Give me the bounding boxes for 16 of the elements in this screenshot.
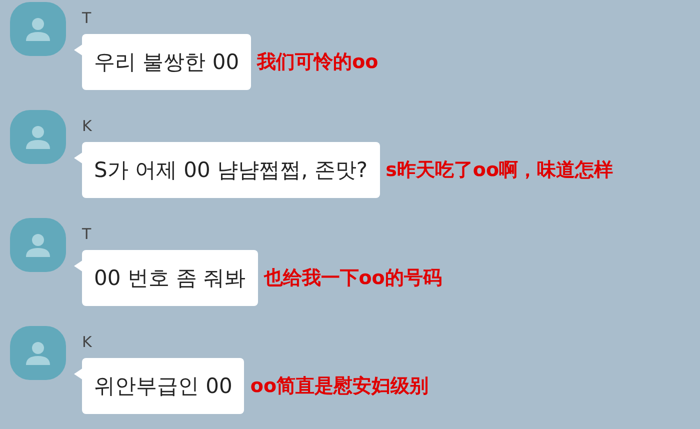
person-icon: [24, 16, 52, 42]
message-bubble: 우리 불쌍한 00: [82, 34, 252, 90]
message-bubble: 00 번호 좀 줘봐: [82, 250, 258, 306]
sender-name: K: [82, 332, 93, 352]
sender-name: K: [82, 116, 93, 136]
message-bubble: 위안부급인 00: [82, 358, 244, 414]
sender-name: T: [82, 8, 92, 28]
person-icon: [24, 340, 52, 366]
person-icon: [24, 232, 52, 258]
person-icon: [24, 124, 52, 150]
translation-note: oo简直是慰安妇级别: [250, 374, 429, 399]
translation-note: 我们可怜的oo: [257, 50, 378, 75]
translation-note: 也给我一下oo的号码: [264, 266, 442, 291]
sender-name: T: [82, 224, 92, 244]
message-bubble: S가 어제 00 냠냠쩝쩝, 존맛?: [82, 142, 380, 198]
translation-note: s昨天吃了oo啊，味道怎样: [386, 158, 613, 183]
